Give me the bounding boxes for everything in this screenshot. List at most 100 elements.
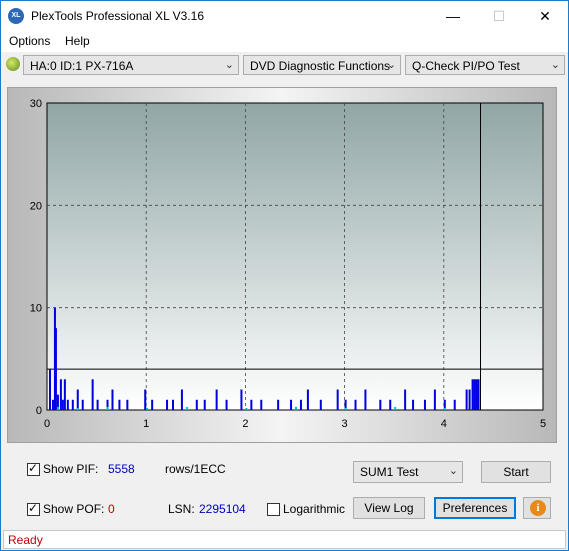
lsn-label: LSN: — [168, 502, 195, 516]
pi-bar — [477, 379, 480, 410]
po-bar — [295, 406, 297, 410]
toolbar: HA:0 ID:1 PX-716A ⌄ DVD Diagnostic Funct… — [1, 53, 568, 81]
drive-select-value: HA:0 ID:1 PX-716A — [30, 59, 134, 73]
pi-bar — [277, 399, 280, 410]
chevron-down-icon: ⌄ — [448, 465, 458, 477]
pi-bar — [91, 379, 94, 410]
menu-help[interactable]: Help — [65, 34, 90, 48]
pi-bar — [63, 379, 66, 410]
logarithmic-checkbox[interactable] — [267, 503, 280, 516]
maximize-button[interactable]: ☐ — [476, 1, 522, 31]
pi-bar — [475, 379, 478, 410]
start-button[interactable]: Start — [481, 461, 551, 483]
po-bar — [394, 406, 397, 410]
app-icon: XL — [8, 8, 24, 24]
chevron-down-icon: ⌄ — [386, 59, 396, 71]
y-tick-label: 30 — [30, 98, 42, 110]
sum-test-select-value: SUM1 Test — [360, 465, 419, 479]
pi-bar — [433, 389, 436, 410]
chart-panel: 0 1 2 3 4 5 0 10 20 30 — [7, 87, 557, 443]
function-select[interactable]: DVD Diagnostic Functions ⌄ — [243, 55, 401, 75]
pi-bar — [379, 399, 382, 410]
chevron-down-icon: ⌄ — [224, 59, 234, 71]
preferences-button[interactable]: Preferences — [434, 497, 516, 519]
pi-bar — [215, 389, 218, 410]
test-select[interactable]: Q-Check PI/PO Test ⌄ — [405, 55, 565, 75]
pi-bar — [51, 399, 54, 410]
x-tick-label: 0 — [44, 418, 50, 430]
pi-bar — [195, 399, 198, 410]
pi-bar — [306, 389, 309, 410]
pi-bar — [290, 399, 293, 410]
x-tick-label: 1 — [143, 418, 149, 430]
pi-bar — [354, 399, 357, 410]
plot-area — [46, 102, 544, 411]
pi-bar — [81, 399, 84, 410]
sum-test-select[interactable]: SUM1 Test ⌄ — [353, 461, 463, 483]
pi-bar — [76, 389, 79, 410]
window-title: PlexTools Professional XL V3.16 — [31, 9, 204, 23]
lsn-value: 2295104 — [199, 502, 246, 516]
po-bar — [443, 407, 446, 410]
drive-icon — [6, 57, 20, 71]
pi-bar — [180, 389, 183, 410]
title-bar: XL PlexTools Professional XL V3.16 — ☐ ✕ — [1, 1, 568, 31]
pi-bar — [453, 399, 456, 410]
pi-bar — [319, 399, 322, 410]
pi-bar — [118, 399, 121, 410]
pi-bar — [203, 399, 206, 410]
show-pof-checkbox[interactable] — [27, 501, 40, 516]
pi-bar — [336, 389, 339, 410]
main-window: XL PlexTools Professional XL V3.16 — ☐ ✕… — [0, 0, 569, 551]
chevron-down-icon: ⌄ — [550, 59, 560, 71]
x-tick-label: 5 — [540, 418, 546, 430]
pi-bar — [96, 399, 99, 410]
pi-bar — [61, 399, 64, 410]
po-bar — [344, 407, 347, 410]
close-button[interactable]: ✕ — [522, 1, 568, 31]
pi-bar — [423, 399, 426, 410]
pi-bar — [299, 399, 302, 410]
show-pof-label: Show POF: — [43, 502, 105, 516]
pi-bar — [240, 389, 243, 410]
pif-value: 5558 — [108, 462, 135, 476]
pi-bar — [59, 379, 62, 410]
pi-bar — [412, 399, 415, 410]
pi-bar — [364, 389, 367, 410]
pi-bar — [151, 399, 154, 410]
po-bar — [146, 407, 149, 410]
menu-bar: Options Help — [1, 31, 568, 52]
y-tick-label: 20 — [30, 200, 42, 212]
pi-bar — [471, 379, 474, 410]
po-bar — [76, 407, 79, 410]
pi-bar — [126, 399, 129, 410]
show-pif-checkbox[interactable] — [27, 461, 40, 476]
show-pif-label: Show PIF: — [43, 462, 99, 476]
status-text: Ready — [8, 533, 43, 547]
info-icon: i — [530, 500, 546, 516]
pi-bar — [389, 399, 392, 410]
pi-bar — [54, 328, 57, 410]
pi-po-chart: 0 1 2 3 4 5 0 10 20 30 — [30, 98, 546, 430]
drive-select[interactable]: HA:0 ID:1 PX-716A ⌄ — [23, 55, 239, 75]
status-bar: Ready — [3, 530, 566, 549]
function-select-value: DVD Diagnostic Functions — [250, 59, 391, 73]
po-bar — [185, 406, 188, 410]
minimize-button[interactable]: — — [430, 1, 476, 31]
po-bar — [245, 407, 248, 410]
view-log-button[interactable]: View Log — [353, 497, 425, 519]
x-tick-label: 3 — [342, 418, 348, 430]
bottom-panel: Show PIF: 5558 rows/1ECC Show POF: 0 LSN… — [7, 451, 557, 527]
pi-bar — [71, 399, 74, 410]
y-tick-label: 10 — [30, 303, 42, 315]
po-bar — [56, 406, 59, 410]
info-button[interactable]: i — [523, 497, 551, 519]
test-select-value: Q-Check PI/PO Test — [412, 59, 520, 73]
pi-bar — [144, 389, 147, 410]
pi-bar — [404, 389, 407, 410]
menu-options[interactable]: Options — [9, 34, 50, 48]
x-tick-label: 2 — [242, 418, 248, 430]
x-tick-label: 4 — [441, 418, 447, 430]
logarithmic-label: Logarithmic — [283, 502, 346, 516]
pi-bar — [473, 379, 476, 410]
